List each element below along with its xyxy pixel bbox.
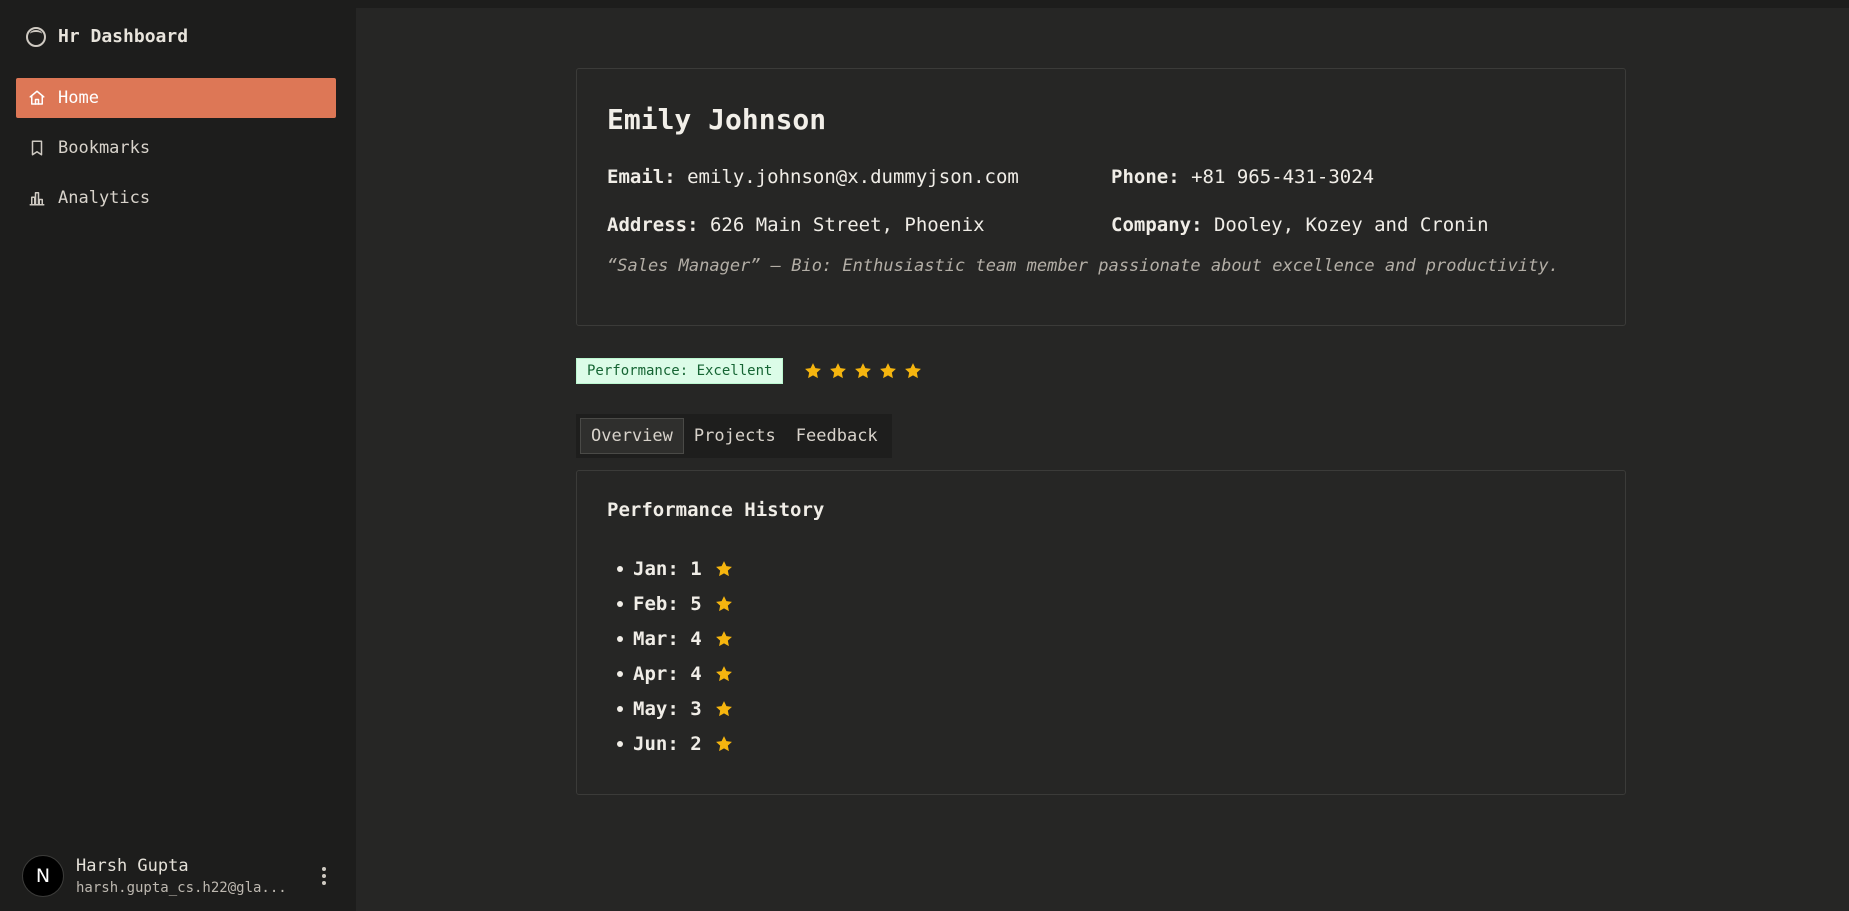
- sidebar: Hr Dashboard Home Bookmarks Analytics N …: [0, 0, 356, 911]
- history-label: Jun: 2: [633, 732, 702, 755]
- brand[interactable]: Hr Dashboard: [26, 26, 188, 47]
- status-badge: Performance: Excellent: [576, 358, 784, 384]
- sidebar-item-analytics[interactable]: Analytics: [16, 178, 336, 218]
- employee-info: Email: emily.johnson@x.dummyjson.com Pho…: [607, 166, 1595, 236]
- sidebar-item-label: Bookmarks: [58, 138, 151, 158]
- avatar: N: [22, 855, 64, 897]
- address-label: Address:: [607, 214, 699, 236]
- user-profile[interactable]: N Harsh Gupta harsh.gupta_cs.h22@gla...: [22, 855, 336, 897]
- history-label: Apr: 4: [633, 662, 702, 685]
- list-item: Mar: 4: [607, 621, 1595, 656]
- user-name: Harsh Gupta: [76, 856, 189, 876]
- history-label: Mar: 4: [633, 627, 702, 650]
- home-icon: [29, 90, 45, 105]
- bar-chart-icon: [29, 192, 45, 206]
- star-icon: [715, 560, 732, 576]
- phone-label: Phone:: [1111, 166, 1180, 188]
- company-value: Dooley, Kozey and Cronin: [1213, 214, 1489, 236]
- tab-projects[interactable]: Projects: [684, 418, 786, 454]
- performance-row: Performance: Excellent: [576, 358, 923, 384]
- panel-title: Performance History: [607, 499, 825, 521]
- star-icon: [830, 363, 847, 379]
- star-icon: [715, 700, 732, 716]
- sidebar-item-label: Home: [58, 88, 99, 108]
- star-icon: [880, 363, 897, 379]
- sidebar-nav: Home Bookmarks Analytics: [16, 78, 336, 228]
- employee-bio: “Sales Manager” — Bio: Enthusiastic team…: [607, 256, 1559, 276]
- logo-icon: [26, 26, 46, 47]
- star-icon: [715, 735, 732, 751]
- email-value: emily.johnson@x.dummyjson.com: [687, 166, 1019, 188]
- bookmark-icon: [31, 140, 43, 156]
- sidebar-item-home[interactable]: Home: [16, 78, 336, 118]
- more-options-icon[interactable]: [312, 867, 336, 885]
- address-value: 626 Main Street, Phoenix: [709, 214, 985, 236]
- star-icon: [715, 595, 732, 611]
- star-icon: [805, 363, 822, 379]
- list-item: Feb: 5: [607, 586, 1595, 621]
- list-item: Jan: 1: [607, 551, 1595, 586]
- rating-stars: [803, 361, 923, 381]
- list-item: Jun: 2: [607, 726, 1595, 761]
- tab-bar: Overview Projects Feedback: [576, 414, 892, 458]
- company-label: Company:: [1111, 214, 1203, 236]
- list-item: Apr: 4: [607, 656, 1595, 691]
- address-field: Address: 626 Main Street, Phoenix: [607, 214, 1111, 236]
- tab-feedback[interactable]: Feedback: [786, 418, 888, 454]
- history-label: Feb: 5: [633, 592, 702, 615]
- employee-name: Emily Johnson: [607, 103, 827, 136]
- star-icon: [905, 363, 922, 379]
- email-field: Email: emily.johnson@x.dummyjson.com: [607, 166, 1111, 188]
- star-icon: [715, 665, 732, 681]
- main-content: Emily Johnson Email: emily.johnson@x.dum…: [356, 8, 1849, 911]
- sidebar-item-label: Analytics: [58, 188, 151, 208]
- user-info: Harsh Gupta harsh.gupta_cs.h22@gla...: [76, 856, 300, 896]
- history-label: Jan: 1: [633, 557, 702, 580]
- employee-card: Emily Johnson Email: emily.johnson@x.dum…: [576, 68, 1626, 326]
- company-field: Company: Dooley, Kozey and Cronin: [1111, 214, 1531, 236]
- performance-history-panel: Performance History Jan: 1 Feb: 5 Mar: 4…: [576, 470, 1626, 795]
- phone-value: +81 965-431-3024: [1191, 166, 1375, 188]
- email-label: Email:: [607, 166, 676, 188]
- phone-field: Phone: +81 965-431-3024: [1111, 166, 1531, 188]
- history-list: Jan: 1 Feb: 5 Mar: 4 Apr: 4 May: 3 Jun: …: [607, 551, 1595, 761]
- star-icon: [855, 363, 872, 379]
- sidebar-item-bookmarks[interactable]: Bookmarks: [16, 128, 336, 168]
- star-icon: [715, 630, 732, 646]
- tab-overview[interactable]: Overview: [580, 418, 684, 454]
- list-item: May: 3: [607, 691, 1595, 726]
- history-label: May: 3: [633, 697, 702, 720]
- app-title: Hr Dashboard: [58, 26, 189, 47]
- user-email: harsh.gupta_cs.h22@gla...: [76, 880, 287, 896]
